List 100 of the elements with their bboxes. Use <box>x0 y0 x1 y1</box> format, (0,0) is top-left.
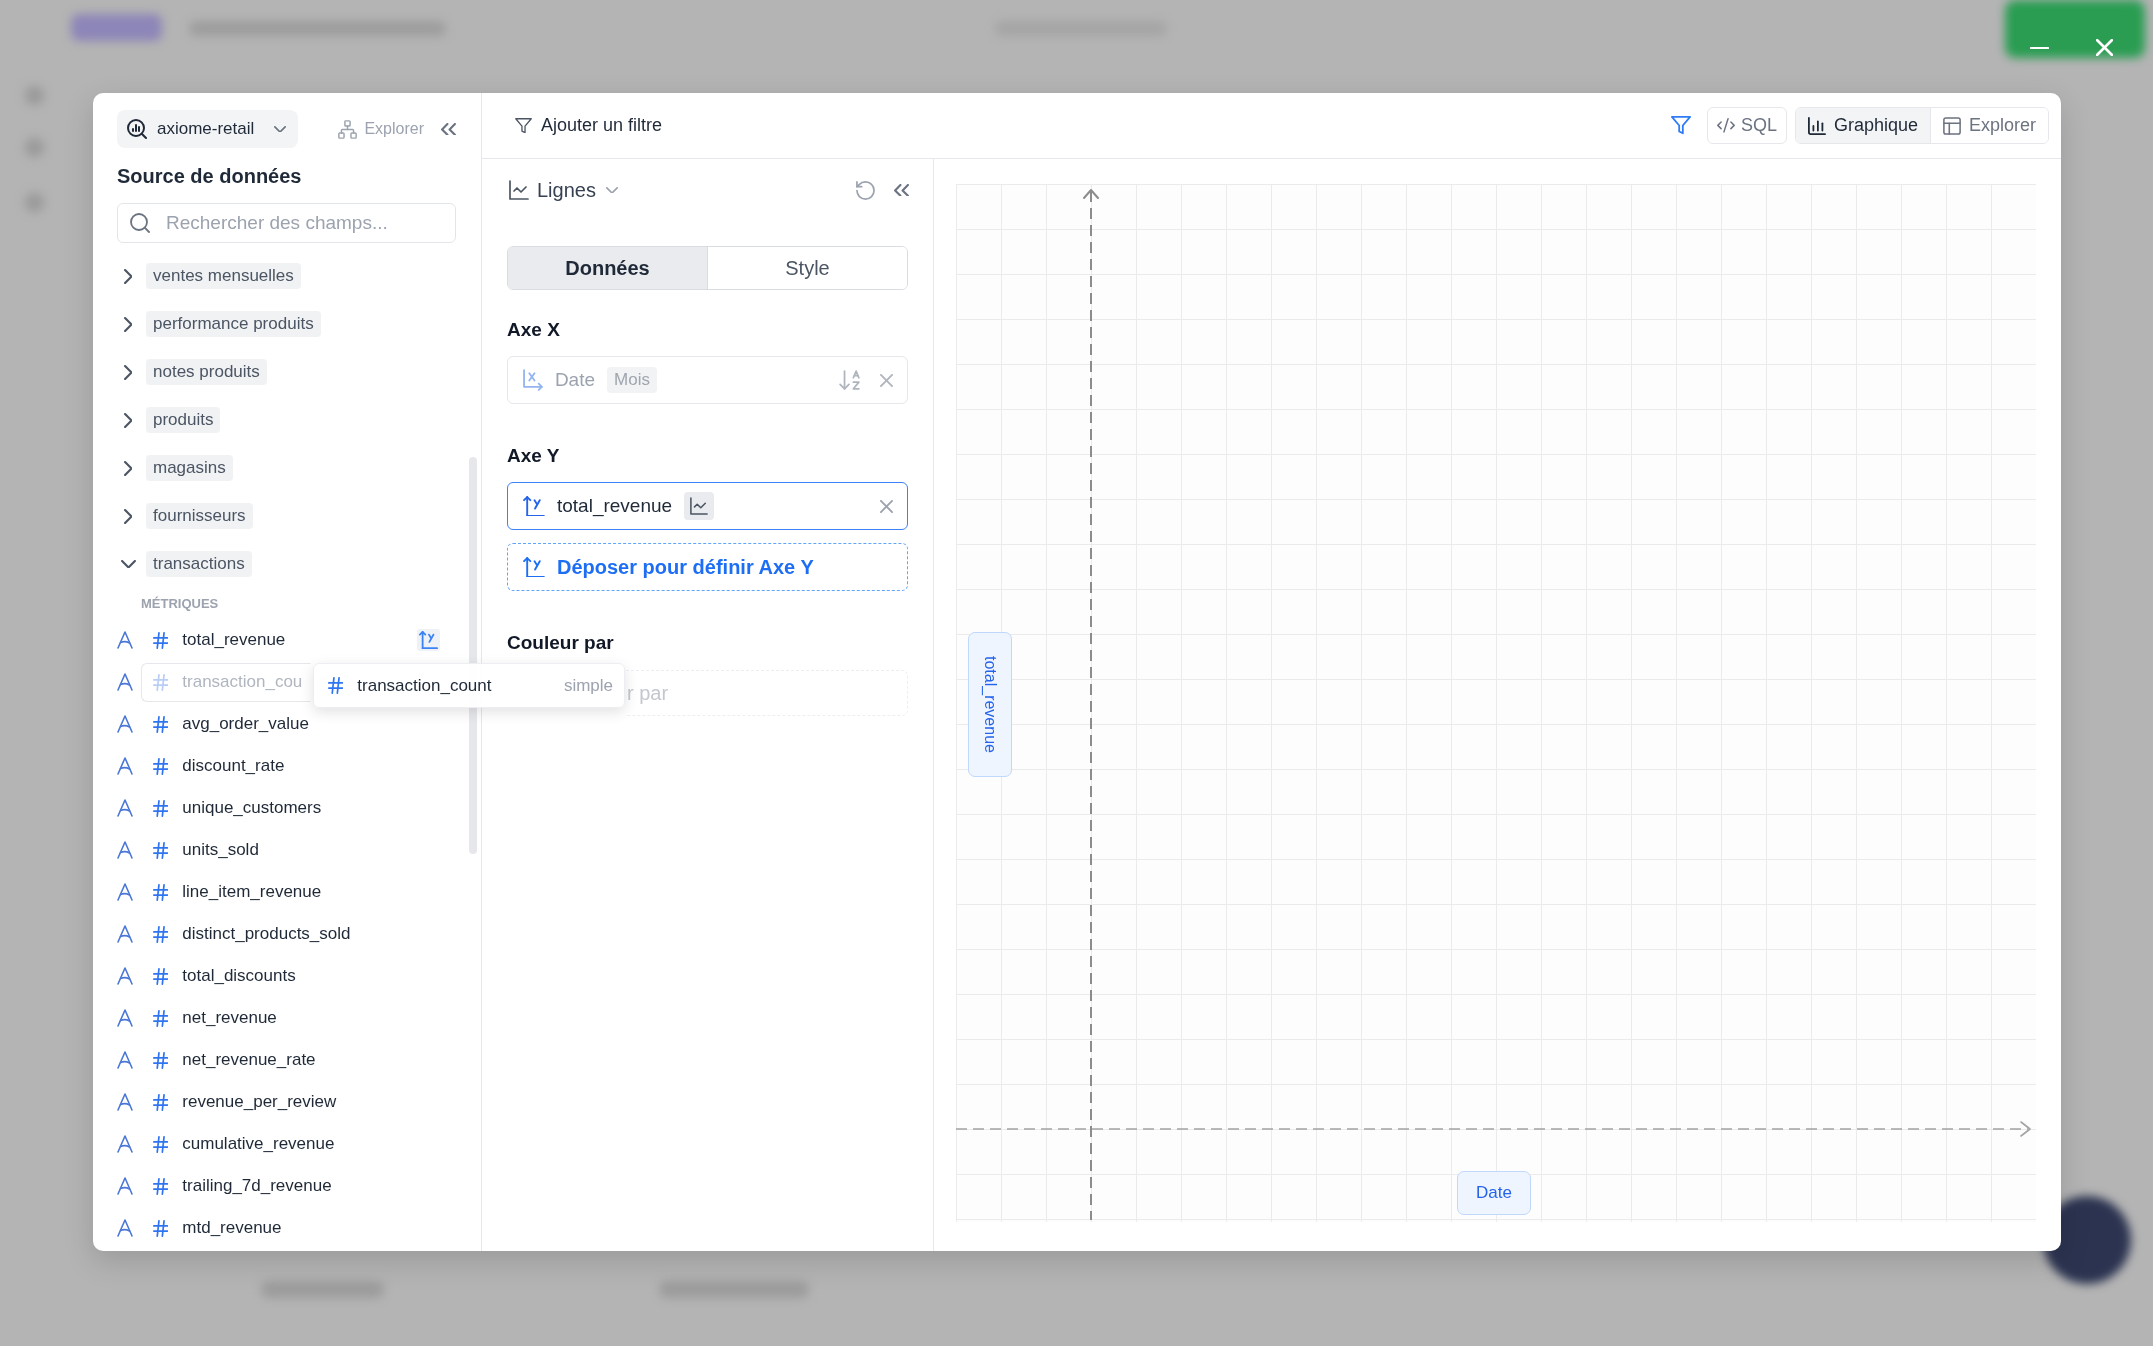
section-label: Axe X <box>507 318 561 342</box>
letter-a-icon <box>117 967 133 985</box>
letter-a-icon <box>117 925 133 943</box>
hash-icon <box>153 631 169 649</box>
add-filter-button[interactable]: Ajouter un filtre <box>515 115 663 136</box>
hash-icon <box>153 757 169 775</box>
y-axis-icon <box>523 495 545 517</box>
chevron-right-icon[interactable] <box>123 268 133 284</box>
hash-icon <box>153 841 169 859</box>
minimize-icon[interactable] <box>2030 47 2049 50</box>
datasource-selector[interactable]: axiome-retail <box>117 110 299 148</box>
drag-preview-chip[interactable]: transaction_count simple <box>313 663 625 708</box>
letter-a-icon <box>117 1219 133 1237</box>
metric-field[interactable]: unique_customers <box>141 788 334 828</box>
letter-a-icon <box>117 1135 133 1153</box>
hash-icon <box>153 1219 169 1237</box>
chevron-right-icon[interactable] <box>123 412 133 428</box>
table-name[interactable]: transactions <box>146 551 252 577</box>
metric-field[interactable]: line_item_revenue <box>141 872 334 912</box>
hash-icon <box>153 715 169 733</box>
metric-field[interactable]: revenue_per_review <box>141 1082 349 1122</box>
code-icon <box>1716 118 1735 133</box>
letter-a-icon <box>117 883 133 901</box>
line-chart-icon <box>509 180 529 200</box>
metric-field[interactable]: trailing_7d_revenue <box>141 1166 344 1206</box>
field-name: Date <box>554 369 596 391</box>
letter-a-icon <box>117 715 133 733</box>
letter-a-icon <box>117 757 133 775</box>
y-axis-drop-zone[interactable]: Déposer pour définir Axe Y <box>507 543 908 591</box>
metric-field[interactable]: net_revenue_rate <box>141 1040 328 1080</box>
letter-a-icon <box>117 799 133 817</box>
table-name[interactable]: fournisseurs <box>146 503 253 529</box>
hash-icon <box>153 799 169 817</box>
panel-title: Source de données <box>117 164 303 189</box>
settings-tab[interactable]: Données <box>508 247 707 289</box>
view-tab[interactable]: Explorer <box>1929 108 2048 143</box>
settings-tab[interactable]: Style <box>707 247 907 289</box>
collapse-icon[interactable] <box>441 122 456 136</box>
x-axis-icon <box>523 369 543 391</box>
collapse-icon[interactable] <box>894 183 909 197</box>
filter-icon <box>515 117 532 134</box>
letter-a-icon <box>117 841 133 859</box>
hash-icon <box>153 1093 169 1111</box>
hierarchy-icon <box>338 119 358 139</box>
hash-icon <box>328 677 344 694</box>
table-name[interactable]: produits <box>146 407 221 433</box>
search-icon <box>130 213 150 233</box>
chevron-down-icon <box>605 186 618 194</box>
search-field[interactable]: Rechercher des champs... <box>117 203 456 243</box>
line-chart-icon[interactable] <box>684 492 715 520</box>
chevron-down-icon[interactable] <box>120 559 136 569</box>
filter-icon[interactable] <box>1670 116 1691 135</box>
y-axis-title[interactable]: total_revenue <box>968 632 1012 777</box>
section-heading: MÉTRIQUES <box>140 594 220 613</box>
table-name[interactable]: notes produits <box>146 359 267 385</box>
chevron-right-icon[interactable] <box>123 508 133 524</box>
chart-type-dropdown[interactable]: Lignes <box>507 178 618 202</box>
y-axis-icon <box>523 556 545 578</box>
metric-field[interactable]: mtd_revenue <box>141 1208 294 1248</box>
drop-zone-label: Déposer pour définir Axe Y <box>557 555 814 579</box>
metric-field[interactable]: total_discounts <box>141 956 308 996</box>
y-axis-field[interactable]: total_revenue <box>507 482 908 530</box>
metric-field[interactable]: total_revenue <box>141 620 298 660</box>
bar-chart-icon <box>1807 116 1826 135</box>
hash-icon <box>153 1009 169 1027</box>
field-hint: simple <box>563 675 613 696</box>
x-axis-title[interactable]: Date <box>1457 1171 1531 1215</box>
metric-field[interactable]: cumulative_revenue <box>141 1124 347 1164</box>
chevron-down-icon <box>274 125 287 133</box>
letter-a-icon <box>117 1009 133 1027</box>
hash-icon <box>153 1051 169 1069</box>
field-name: transaction_count <box>357 675 492 696</box>
section-label: Axe Y <box>507 444 561 468</box>
letter-a-icon <box>117 1093 133 1111</box>
table-name[interactable]: magasins <box>146 455 233 481</box>
letter-a-icon <box>117 1177 133 1195</box>
metric-field[interactable]: distinct_products_sold <box>141 914 363 954</box>
close-icon[interactable] <box>880 499 893 513</box>
section-label: Couleur par <box>507 631 615 655</box>
metric-field[interactable]: discount_rate <box>141 746 297 786</box>
hash-icon <box>153 925 169 943</box>
sql-button[interactable]: SQL <box>1706 107 1787 144</box>
hash-icon <box>153 967 169 985</box>
view-tab[interactable]: Graphique <box>1795 108 1930 143</box>
metric-field[interactable]: units_sold <box>141 830 271 870</box>
hash-icon <box>153 883 169 901</box>
search-chart-icon <box>127 119 147 139</box>
reset-icon[interactable] <box>856 180 875 200</box>
chevron-right-icon[interactable] <box>123 364 133 380</box>
letter-a-icon <box>117 1051 133 1069</box>
chevron-right-icon[interactable] <box>123 460 133 476</box>
metric-field[interactable]: net_revenue <box>141 998 289 1038</box>
field-name: total_revenue <box>557 495 673 517</box>
hash-icon <box>153 673 169 691</box>
chevron-right-icon[interactable] <box>123 316 133 332</box>
hash-icon <box>153 1135 169 1153</box>
table-name[interactable]: ventes mensuelles <box>146 263 301 289</box>
letter-a-icon <box>117 673 133 691</box>
hash-icon <box>153 1177 169 1195</box>
table-name[interactable]: performance produits <box>146 311 321 337</box>
